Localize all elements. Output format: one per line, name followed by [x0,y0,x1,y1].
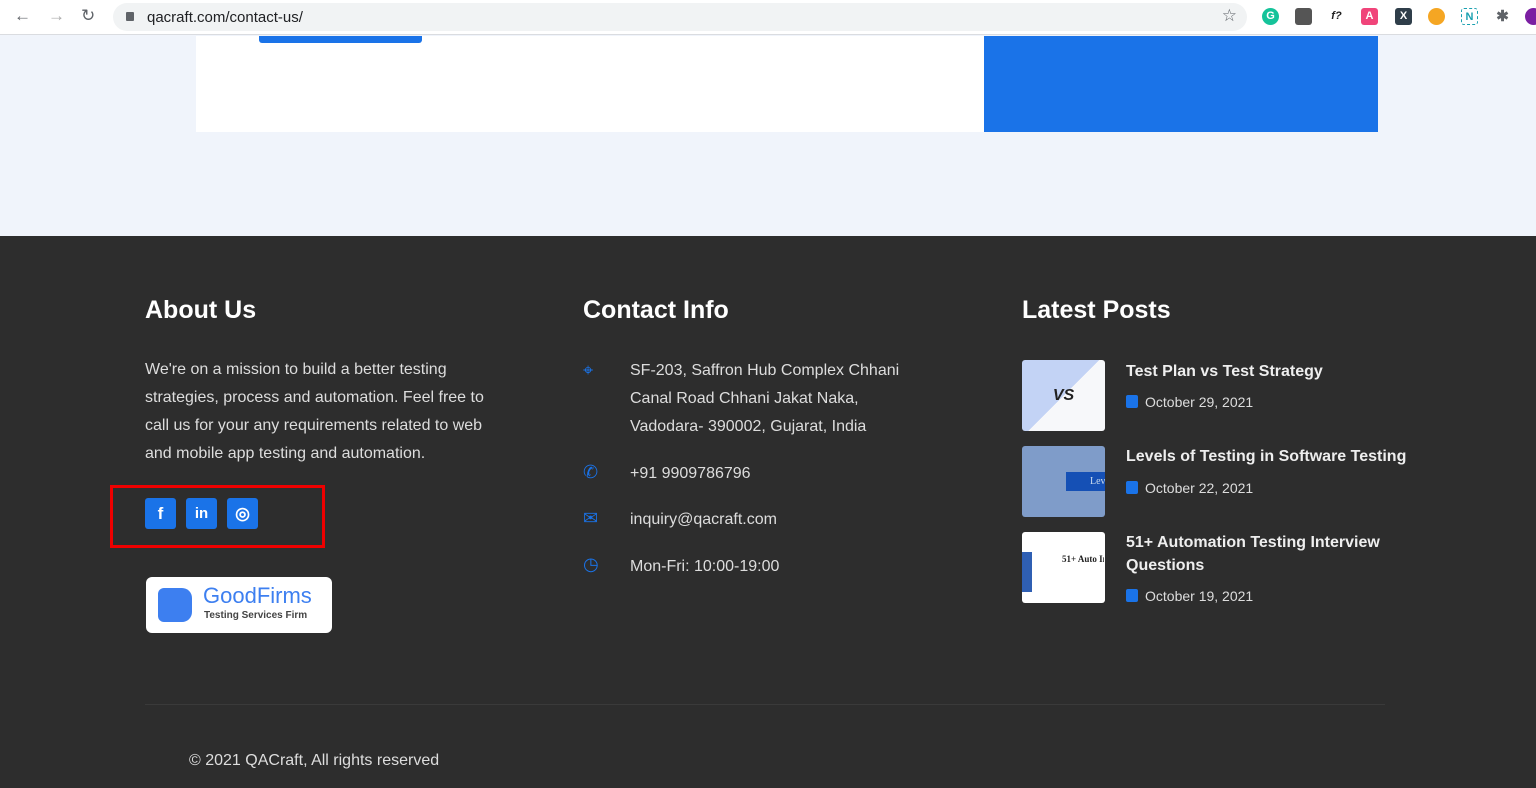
browser-toolbar: ← → ↻ qacraft.com/contact-us/ ☆ G f? A X… [0,0,1536,35]
extension-n-icon[interactable]: N [1461,8,1478,25]
copyright-text: © 2021 QACraft, All rights reserved [189,752,440,769]
linkedin-icon[interactable]: in [186,498,217,529]
thumb-text: 51+ Auto Interv [1062,554,1104,564]
email-icon: ✉ [583,508,599,528]
post-title-link[interactable]: 51+ Automation Testing Interview Questio… [1126,531,1396,577]
badge-subtitle: Testing Services Firm [204,610,308,621]
highlight-box [110,485,325,548]
lock-icon [126,12,134,21]
phone-icon: ✆ [583,462,599,482]
post-thumbnail[interactable]: VS [1022,360,1105,431]
goodfirms-badge[interactable]: GoodFirms Testing Services Firm [146,577,332,633]
post-title-link[interactable]: Levels of Testing in Software Testing [1126,445,1406,468]
thumb-text: VS [1052,387,1075,404]
contact-blue-panel [984,36,1378,132]
phone-text[interactable]: +91 9909786796 [630,460,751,488]
address-bar[interactable]: qacraft.com/contact-us/ ☆ [113,3,1247,31]
url-text[interactable]: qacraft.com/contact-us/ [147,9,303,26]
font-extension-icon[interactable]: f? [1328,8,1345,25]
forward-icon[interactable]: → [48,6,65,26]
instagram-icon[interactable]: ◎ [227,498,258,529]
goodfirms-logo-icon [158,588,192,622]
date-text: October 19, 2021 [1145,588,1254,604]
post-date: October 19, 2021 [1126,588,1253,604]
date-text: October 29, 2021 [1145,394,1254,410]
contact-form-card [196,36,984,132]
location-icon: ⌖ [583,360,594,380]
footer-divider [145,704,1385,705]
calendar-icon [1126,589,1138,602]
hours-text: Mon-Fri: 10:00-19:00 [630,558,780,575]
post-date: October 22, 2021 [1126,480,1253,496]
reload-icon[interactable]: ↻ [81,6,95,26]
back-icon[interactable]: ← [14,6,31,26]
calendar-icon [1126,481,1138,494]
badge-title: GoodFirms [203,583,312,608]
extension-icon[interactable] [1295,8,1312,25]
extension-icon[interactable] [1428,8,1445,25]
person-illustration [1022,552,1032,592]
bookmark-star-icon[interactable]: ☆ [1222,6,1237,26]
posts-heading: Latest Posts [1022,296,1171,324]
calendar-icon [1126,395,1138,408]
extensions-puzzle-icon[interactable]: ✱ [1494,8,1511,25]
date-text: October 22, 2021 [1145,480,1254,496]
thumb-text: Lev [1066,472,1105,491]
post-thumbnail[interactable]: 51+ Auto Interv [1022,532,1105,603]
submit-button[interactable] [259,36,422,43]
extension-a-icon[interactable]: A [1361,8,1378,25]
clock-icon: ◷ [583,554,599,574]
post-title-link[interactable]: Test Plan vs Test Strategy [1126,360,1323,383]
about-text: We're on a mission to build a better tes… [145,361,484,462]
footer: About Us We're on a mission to build a b… [0,236,1536,788]
contact-heading: Contact Info [583,296,729,324]
post-date: October 29, 2021 [1126,394,1253,410]
email-link[interactable]: inquiry@qacraft.com [630,506,777,534]
about-heading: About Us [145,296,257,324]
address-text: SF-203, Saffron Hub Complex Chhani Canal… [630,362,900,435]
extension-x-icon[interactable]: X [1395,8,1412,25]
profile-avatar[interactable] [1525,8,1536,25]
post-thumbnail[interactable]: Lev [1022,446,1105,517]
grammarly-extension-icon[interactable]: G [1262,8,1279,25]
facebook-icon[interactable]: f [145,498,176,529]
